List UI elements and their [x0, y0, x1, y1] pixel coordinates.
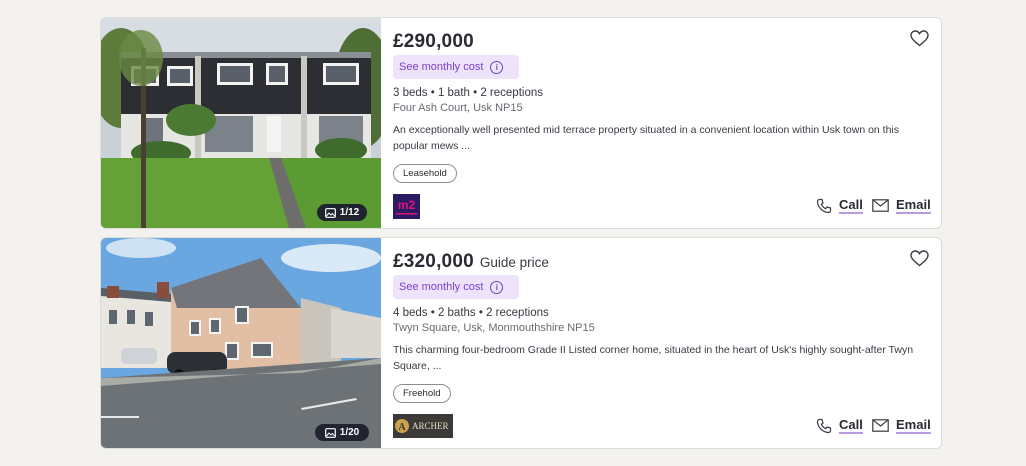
listing-card[interactable]: 1/12 £290,000 See monthly cost i 3 beds …: [100, 17, 942, 229]
photo-counter[interactable]: 1/20: [315, 424, 369, 441]
photo-counter-text: 1/20: [339, 427, 360, 438]
property-description: An exceptionally well presented mid terr…: [393, 124, 900, 152]
price-qualifier: Guide price: [479, 255, 549, 270]
photo-counter-text: 1/12: [339, 207, 360, 218]
monthly-cost-label: See monthly cost: [399, 281, 484, 293]
listing-card[interactable]: 1/20 £320,000 Guide price See monthly co…: [100, 237, 942, 449]
email-label: Email: [896, 417, 931, 434]
heart-outline-icon: [910, 250, 929, 267]
phone-icon: [816, 198, 832, 213]
email-button[interactable]: Email: [872, 417, 931, 434]
heart-outline-icon: [910, 30, 929, 47]
email-label: Email: [896, 197, 931, 214]
property-address: Twyn Square, Usk, Monmouthshire NP15: [393, 322, 595, 334]
tenure-badge: Freehold: [393, 384, 451, 403]
listing-photo[interactable]: 1/12: [101, 18, 381, 228]
property-specs: 4 beds • 2 baths • 2 receptions: [393, 307, 549, 319]
svg-text:A: A: [398, 422, 406, 433]
envelope-icon: [872, 419, 889, 432]
photo-counter[interactable]: 1/12: [317, 204, 367, 221]
agent-logo[interactable]: A ARCHER: [393, 414, 453, 443]
call-label: Call: [839, 417, 863, 434]
see-monthly-cost-button[interactable]: See monthly cost i: [393, 55, 519, 79]
envelope-icon: [872, 199, 889, 212]
listing-price[interactable]: £290,000: [393, 31, 474, 53]
info-icon: i: [490, 280, 504, 294]
listing-photo[interactable]: 1/20: [101, 238, 381, 448]
agent-logo-text: ARCHER: [412, 421, 449, 431]
email-button[interactable]: Email: [872, 197, 931, 214]
save-favourite-button[interactable]: [910, 250, 929, 272]
image-icon: [324, 207, 336, 218]
property-address: Four Ash Court, Usk NP15: [393, 102, 523, 114]
info-icon: i: [490, 60, 504, 74]
image-icon: [324, 427, 336, 438]
save-favourite-button[interactable]: [910, 30, 929, 52]
agent-logo[interactable]: m2: [393, 194, 420, 224]
listing-price[interactable]: £320,000: [393, 251, 474, 273]
call-button[interactable]: Call: [816, 417, 863, 434]
property-description: This charming four-bedroom Grade II List…: [393, 344, 914, 372]
agent-logo-text: m2: [398, 198, 416, 212]
phone-icon: [816, 418, 832, 433]
call-label: Call: [839, 197, 863, 214]
tenure-badge: Leasehold: [393, 164, 457, 183]
property-specs: 3 beds • 1 bath • 2 receptions: [393, 87, 543, 99]
monthly-cost-label: See monthly cost: [399, 61, 484, 73]
call-button[interactable]: Call: [816, 197, 863, 214]
see-monthly-cost-button[interactable]: See monthly cost i: [393, 275, 519, 299]
